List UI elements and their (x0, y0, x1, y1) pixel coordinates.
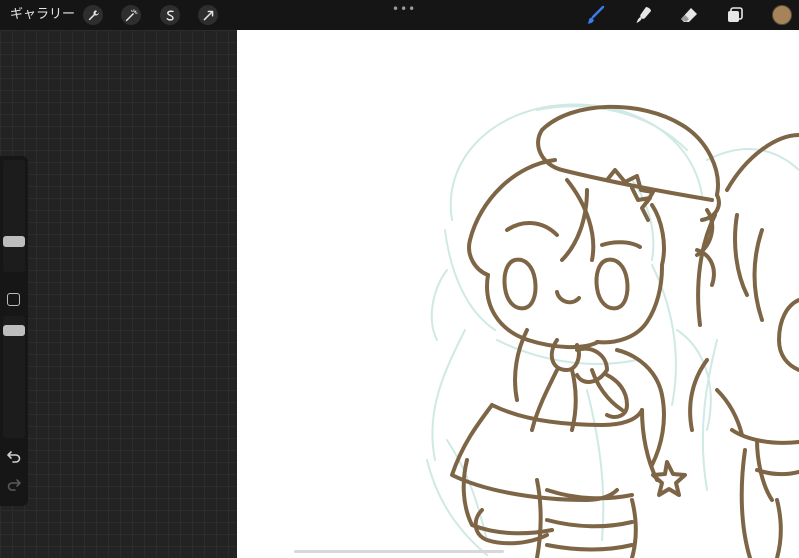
drawing-canvas[interactable] (237, 30, 799, 558)
sketch-artwork (426, 103, 799, 558)
line-art-layer (450, 104, 799, 558)
sidebar (0, 156, 28, 506)
eraser-icon[interactable] (678, 4, 700, 26)
more-options-icon[interactable]: ••• (392, 3, 415, 15)
smudge-icon[interactable] (632, 4, 654, 26)
workspace-background (0, 30, 237, 558)
layers-icon[interactable] (724, 4, 746, 26)
redo-icon[interactable] (6, 476, 22, 492)
wrench-icon[interactable] (83, 5, 103, 25)
brush-size-slider-knob[interactable] (3, 235, 25, 247)
brush-size-slider[interactable] (3, 160, 25, 272)
magic-wand-icon[interactable] (121, 5, 141, 25)
top-toolbar: ギャラリー ••• (0, 0, 799, 30)
color-picker-swatch[interactable] (772, 5, 792, 25)
modifier-square-icon[interactable] (7, 293, 20, 306)
selection-icon[interactable] (160, 5, 180, 25)
brush-opacity-slider-knob[interactable] (3, 324, 25, 336)
canvas-horizontal-scrollbar[interactable] (294, 550, 504, 553)
brush-icon[interactable] (585, 4, 607, 26)
undo-icon[interactable] (6, 448, 22, 464)
gallery-button[interactable]: ギャラリー (10, 5, 75, 25)
transform-arrow-icon[interactable] (198, 5, 218, 25)
